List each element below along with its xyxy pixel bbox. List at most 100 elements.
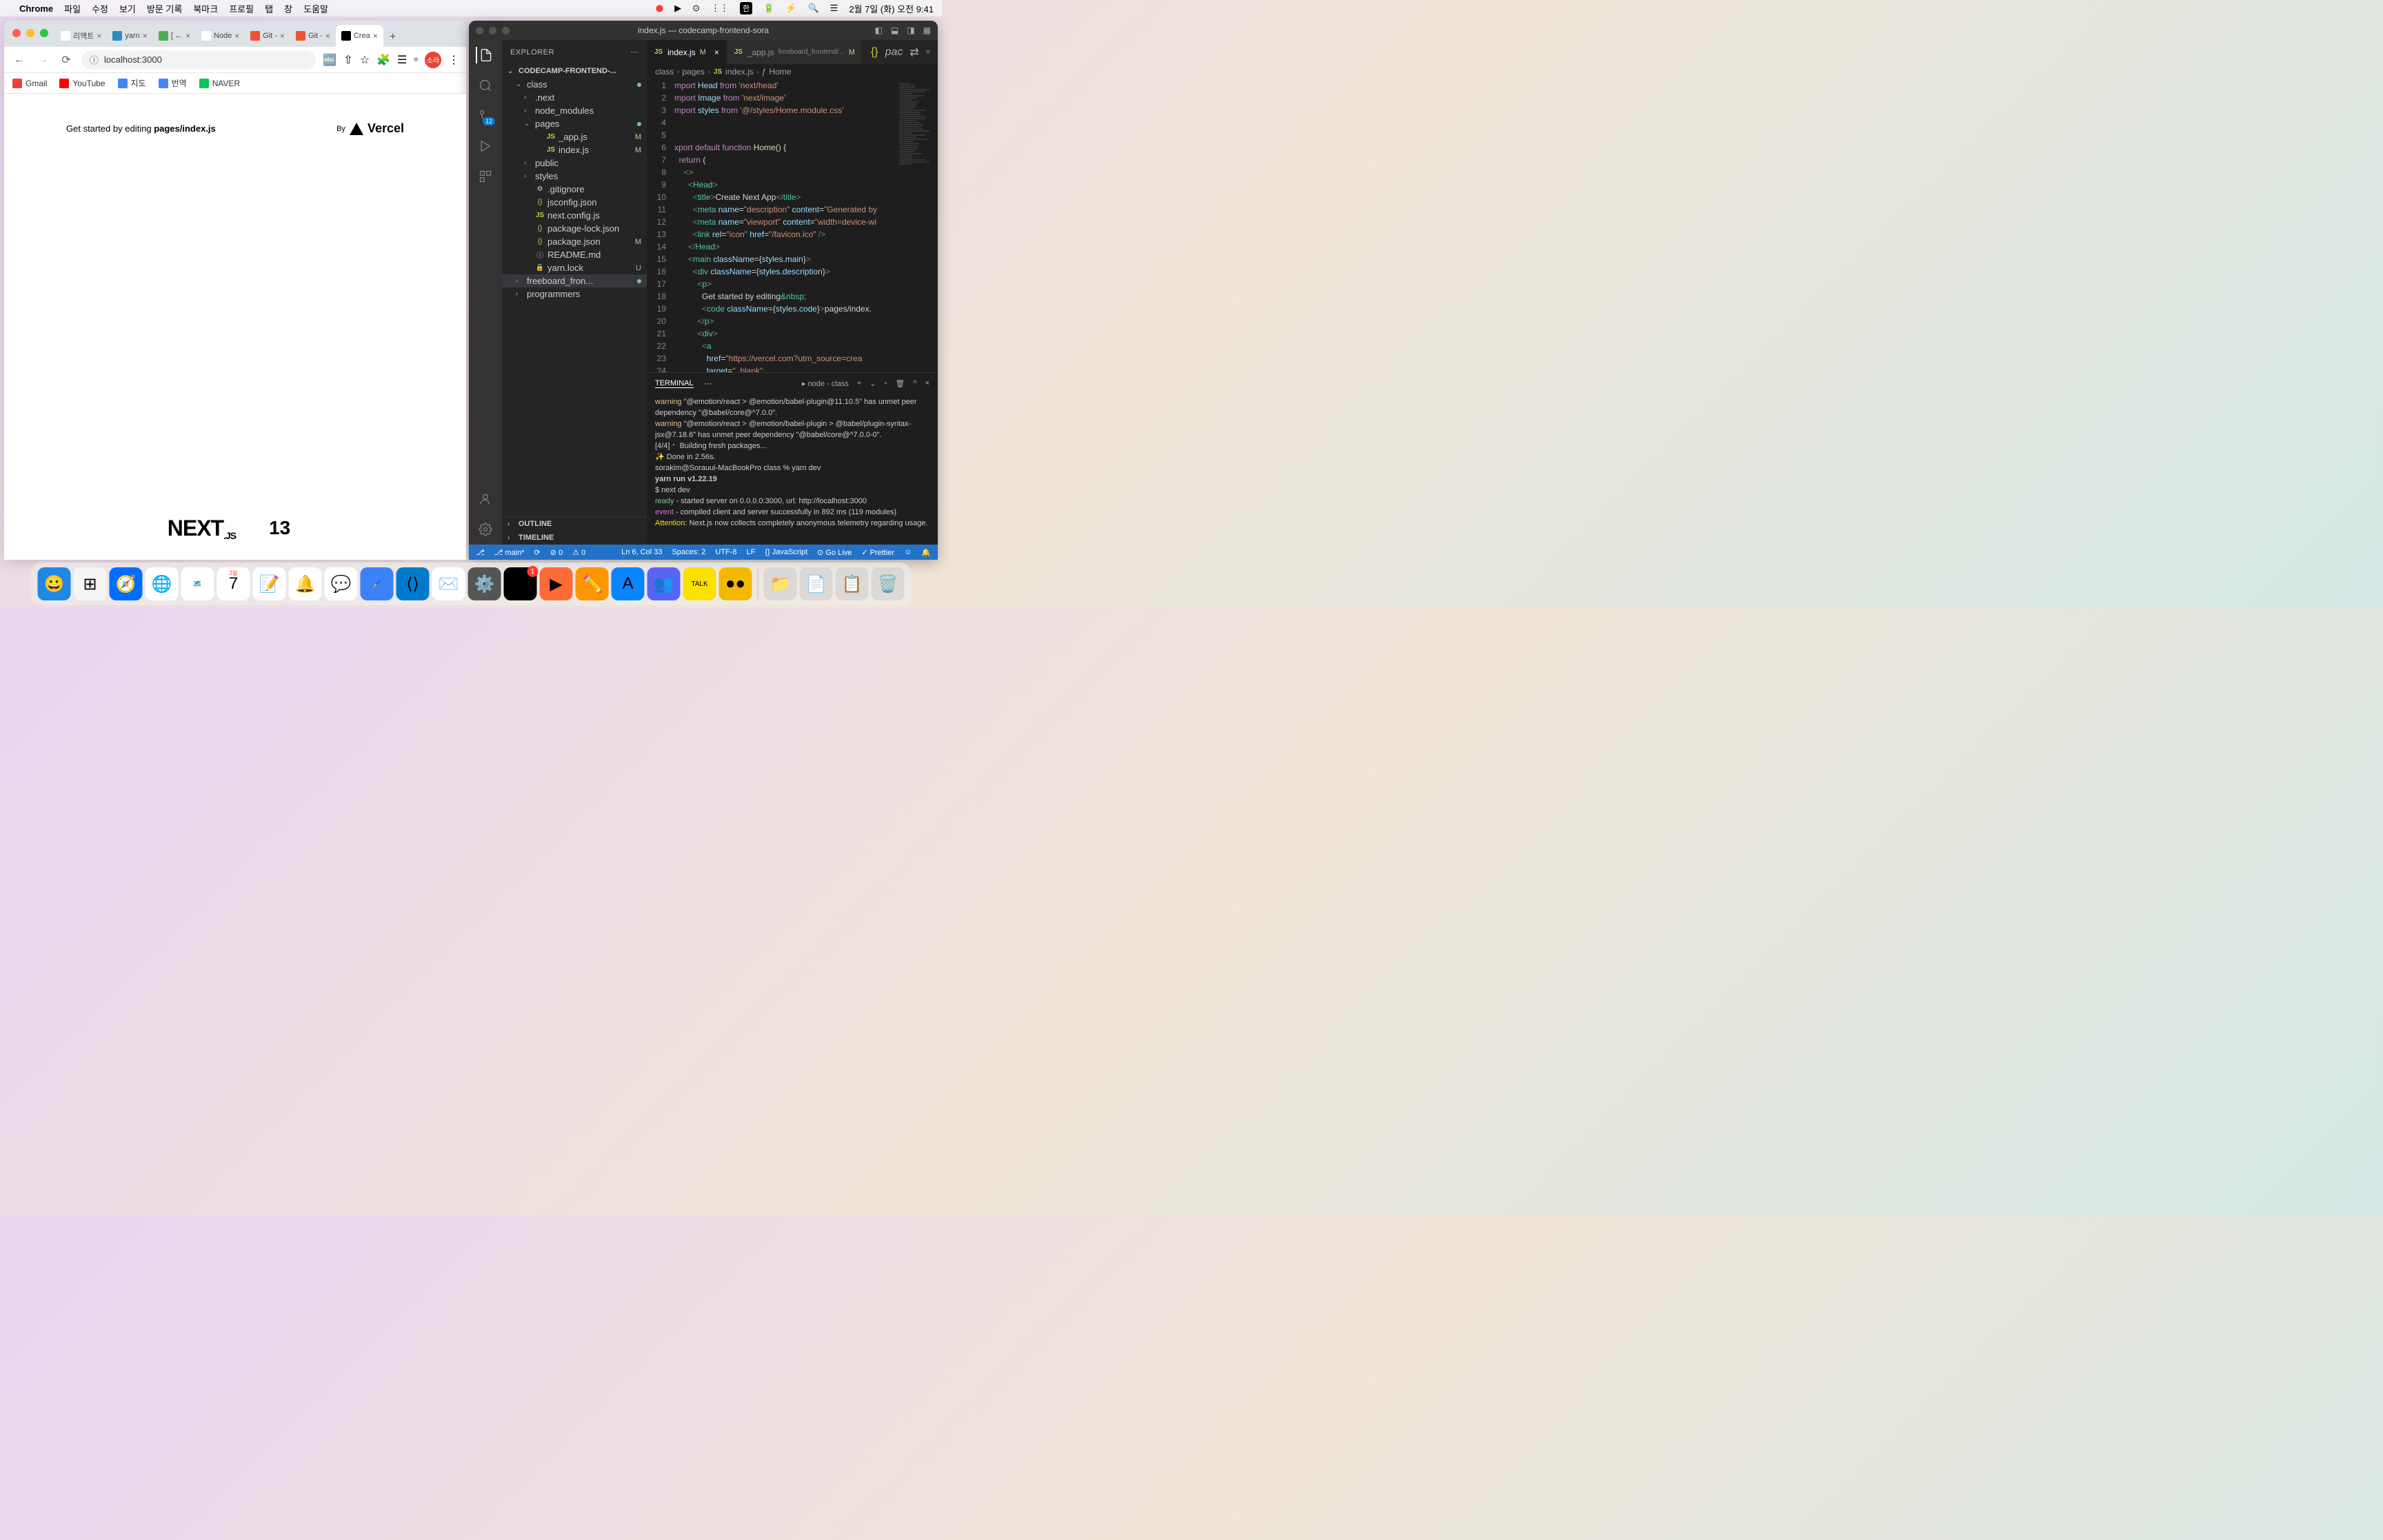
breadcrumb-item[interactable]: class [655,67,674,77]
editor-tab-index[interactable]: JSindex.js M× [647,40,727,64]
menu-edit[interactable]: 수정 [92,2,108,15]
dock-app-9[interactable]: 🖌️ [361,567,394,600]
code-content[interactable]: mport Head from 'next/head' mport Image … [674,79,896,372]
play-icon[interactable]: ▶ [674,3,681,14]
feedback-icon[interactable]: ☺ [904,548,912,556]
prettier-status[interactable]: ✓ Prettier [861,548,894,557]
terminal-output[interactable]: warning "@emotion/react > @emotion/babel… [647,394,938,545]
close-icon[interactable]: × [280,31,285,41]
bookmark-naver[interactable]: NAVER [199,79,240,88]
dock-app-19[interactable]: ●● [719,567,752,600]
tree-item-package-lock-json[interactable]: {}package-lock.json [502,222,647,235]
url-bar[interactable]: ⓘ localhost:3000 [81,50,316,70]
menu-tab[interactable]: 탭 [265,2,273,15]
input-lang[interactable]: 한 [740,2,752,14]
panel-bottom-icon[interactable]: ⬓ [891,26,898,35]
menu-history[interactable]: 방문 기록 [147,2,182,15]
menu-help[interactable]: 도움말 [303,2,328,15]
tree-item-programmers[interactable]: ›programmers [502,287,647,301]
tree-item-jsconfig-json[interactable]: {}jsconfig.json [502,196,647,209]
tree-item-class[interactable]: ⌄class [502,78,647,91]
dock-app-12[interactable]: ⚙️ [468,567,501,600]
tree-item-README-md[interactable]: ⓘREADME.md [502,248,647,261]
tab-git2[interactable]: Git -× [290,25,336,47]
tree-item-package-json[interactable]: {}package.jsonM [502,235,647,248]
info-icon[interactable]: ⓘ [90,53,99,66]
maximize-window-button[interactable] [40,29,48,37]
wifi-icon[interactable]: ⚡ [785,3,796,14]
language-mode[interactable]: {} JavaScript [765,548,807,556]
bookmark-gmail[interactable]: Gmail [12,79,47,88]
search-icon[interactable] [477,77,494,94]
control-center-icon[interactable]: ☰ [830,3,838,14]
record-icon[interactable]: ⬤ [656,5,663,12]
bookmark-maps[interactable]: 지도 [118,77,146,89]
split-terminal-icon[interactable]: ▫ [885,379,887,387]
minimize-window-button[interactable] [26,29,34,37]
sync-button[interactable]: ⟳ [534,548,541,557]
close-icon[interactable]: × [185,31,190,41]
search-icon[interactable]: 🔍 [807,3,818,14]
dock-extra-0[interactable]: 📁 [764,567,797,600]
maximize-window-button[interactable] [502,27,510,34]
dock-app-8[interactable]: 💬 [325,567,358,600]
bell-icon[interactable]: 🔔 [921,548,931,557]
reload-button[interactable]: ⟳ [58,52,74,68]
minimize-window-button[interactable] [489,27,496,34]
bookmark-youtube[interactable]: YouTube [59,79,105,88]
dock-extra-1[interactable]: 📄 [800,567,833,600]
dock-app-15[interactable]: ✏️ [576,567,609,600]
remote-icon[interactable]: ⎇ [476,548,485,557]
trash-icon[interactable]: 🗑 [895,379,905,388]
new-terminal-button[interactable]: + [857,379,861,387]
close-window-button[interactable] [476,27,483,34]
settings-icon[interactable] [477,521,494,538]
battery-icon[interactable]: 🔋 [763,3,774,14]
close-icon[interactable]: × [714,48,719,57]
compare-icon[interactable]: ⇄ [909,45,918,59]
extensions-icon[interactable]: 🧩 [376,53,390,67]
new-tab-button[interactable]: + [383,28,403,47]
code-editor[interactable]: 1234567891011121314151617181920212223242… [647,79,938,372]
dock-app-17[interactable]: 👥 [647,567,681,600]
dock-app-10[interactable]: ⟨⟩ [396,567,430,600]
close-icon[interactable]: × [97,31,101,41]
tab-node[interactable]: Node× [196,25,245,47]
app-name[interactable]: Chrome [19,3,53,14]
profile-avatar[interactable]: 소라 [425,52,441,68]
breadcrumb[interactable]: class› pages› JSindex.js› ƒHome [647,64,938,79]
dock-app-4[interactable]: 🗺️ [181,567,214,600]
tab-3[interactable]: [ ←× [153,25,196,47]
more-icon[interactable]: ⋯ [705,379,712,388]
tree-item-next-config-js[interactable]: JSnext.config.js [502,209,647,222]
dock-app-13[interactable]: ▸_1 [504,567,537,600]
menu-file[interactable]: 파일 [64,2,81,15]
tree-item--gitignore[interactable]: ⚙.gitignore [502,183,647,196]
dock-app-3[interactable]: 🌐 [145,567,179,600]
terminal-selector[interactable]: ▸ node - class [802,379,849,388]
errors-count[interactable]: ⊘ 0 [550,548,563,557]
dock-app-6[interactable]: 📝 [253,567,286,600]
go-live-button[interactable]: ⊙ Go Live [817,548,852,557]
extensions-icon[interactable] [477,168,494,185]
source-control-icon[interactable]: 12 [477,108,494,124]
menu-window[interactable]: 창 [284,2,292,15]
more-icon[interactable]: ⋯ [937,45,938,59]
menu-view[interactable]: 보기 [119,2,136,15]
minimap[interactable] [896,79,938,372]
forward-button[interactable]: → [34,52,51,68]
more-icon[interactable]: ⋯ [631,48,639,57]
warnings-count[interactable]: ⚠ 0 [572,548,585,557]
debug-icon[interactable] [477,138,494,154]
back-button[interactable]: ← [11,52,28,68]
dock-extra-3[interactable]: 🗑️ [872,567,905,600]
explorer-icon[interactable] [476,47,494,63]
editor-tab-app[interactable]: JS_app.js freeboard_frontend/... M [727,40,863,64]
outline-section[interactable]: ›OUTLINE [502,516,647,531]
menu-bookmarks[interactable]: 북마크 [193,2,218,15]
stop-icon[interactable]: ⊙ [692,3,700,14]
cursor-position[interactable]: Ln 6, Col 33 [621,548,662,556]
tree-item--next[interactable]: ›.next [502,91,647,104]
breadcrumb-item[interactable]: index.js [725,67,754,77]
translate-icon[interactable]: 🔤 [323,53,336,67]
